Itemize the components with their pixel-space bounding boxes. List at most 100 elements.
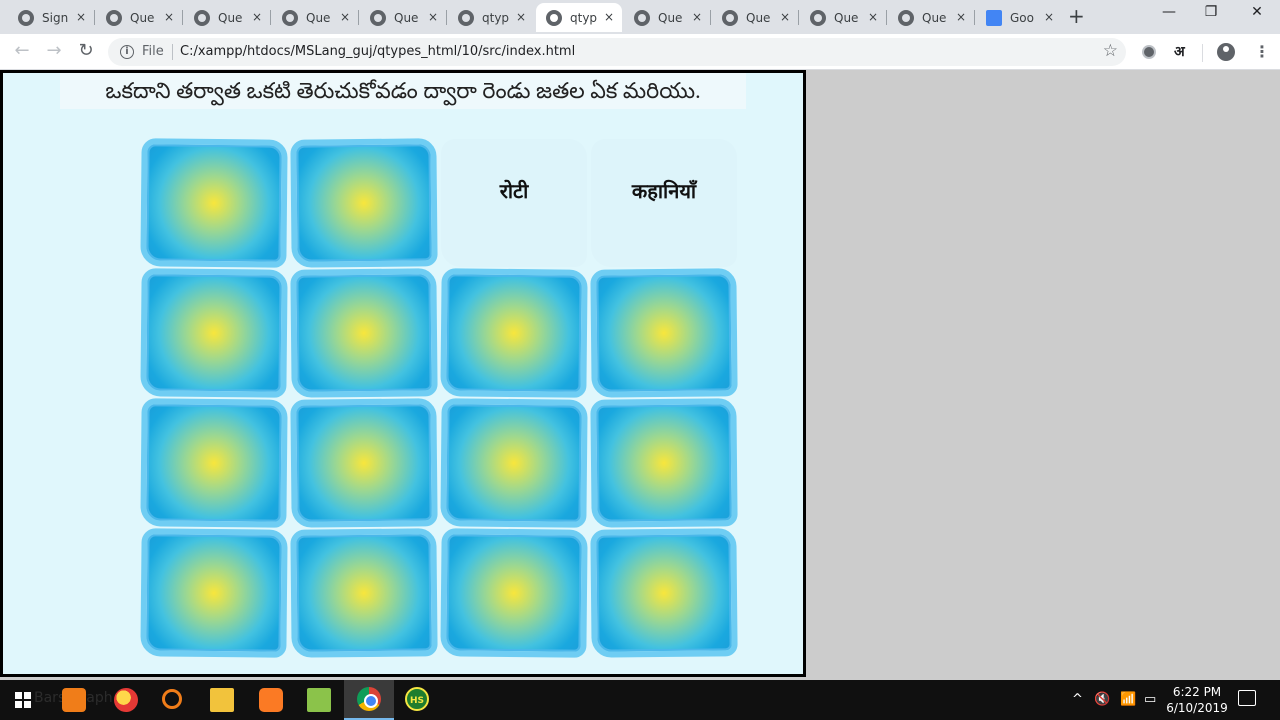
globe-icon [458, 9, 474, 26]
card-word: रोटी [499, 178, 529, 203]
card-word: कहानियाँ [631, 178, 697, 203]
battery-icon[interactable]: ▭ [1144, 692, 1156, 707]
memory-card[interactable] [290, 398, 438, 528]
memory-card[interactable] [140, 528, 288, 658]
action-center-icon[interactable] [1238, 690, 1256, 706]
browser-tab[interactable]: qtyp × [448, 3, 534, 32]
memory-card[interactable] [290, 138, 438, 268]
browser-tab[interactable]: qtyp × [536, 3, 622, 32]
tab-close-icon[interactable]: × [340, 10, 350, 24]
tab-separator [798, 10, 799, 25]
clock-date: 6/10/2019 [1166, 701, 1228, 715]
memory-card[interactable] [440, 398, 588, 528]
browser-toolbar: ← → ↻ i File C:/xampp/htdocs/MSLang_guj/… [0, 34, 1280, 70]
tab-separator [974, 10, 975, 25]
instruction-text: ఒకదాని తర్వాత ఒకటి తెరుచుకోవడం ద్వారా రె… [60, 73, 746, 109]
tray-chevron-icon[interactable]: ^ [1072, 692, 1083, 707]
tab-close-icon[interactable]: × [76, 10, 86, 24]
tab-close-icon[interactable]: × [428, 10, 438, 24]
memory-card[interactable] [290, 528, 438, 658]
browser-tab[interactable]: Que × [888, 3, 974, 32]
memory-card[interactable] [440, 268, 588, 398]
memory-card[interactable] [140, 398, 288, 528]
tab-close-icon[interactable]: × [516, 10, 526, 24]
browser-tab[interactable]: Que × [272, 3, 358, 32]
browser-tab[interactable]: Que × [800, 3, 886, 32]
taskbar-clock[interactable]: 6:22 PM 6/10/2019 [1164, 684, 1230, 716]
xampp-icon[interactable] [259, 688, 283, 712]
memory-card[interactable] [590, 268, 738, 398]
memory-card[interactable] [140, 268, 288, 398]
volume-muted-icon[interactable]: 🔇 [1094, 692, 1110, 707]
sublime-text-icon[interactable] [62, 688, 86, 712]
memory-card[interactable] [440, 528, 588, 658]
tab-title: qtyp [482, 10, 510, 25]
close-window-button[interactable]: ✕ [1234, 4, 1280, 20]
tab-separator [886, 10, 887, 25]
tab-close-icon[interactable]: × [780, 10, 790, 24]
globe-icon [810, 9, 826, 26]
wifi-icon[interactable]: 📶 [1120, 692, 1136, 707]
profile-avatar[interactable] [1217, 43, 1235, 61]
browser-tab[interactable]: Que × [624, 3, 710, 32]
notepad-app-icon[interactable] [307, 688, 331, 712]
hs-app-icon[interactable]: HS [405, 687, 429, 711]
menu-kebab-icon[interactable]: ⋮ [1254, 42, 1270, 61]
tab-title: Que [658, 10, 683, 25]
globe-icon [370, 9, 386, 26]
browser-tab[interactable]: Que × [184, 3, 270, 32]
back-button[interactable]: ← [10, 40, 34, 61]
tab-title: Que [746, 10, 771, 25]
info-icon[interactable]: i [120, 45, 134, 59]
restore-button[interactable]: ❐ [1188, 4, 1234, 20]
new-tab-button[interactable]: + [1068, 6, 1085, 26]
tab-close-icon[interactable]: × [1044, 10, 1054, 24]
tab-title: Que [306, 10, 331, 25]
clock-time: 6:22 PM [1172, 685, 1222, 699]
search-app-icon[interactable] [162, 689, 182, 709]
tab-title: qtyp [570, 10, 598, 25]
memory-card[interactable] [590, 528, 738, 658]
windows-start-icon[interactable] [15, 692, 31, 708]
tab-title: Que [834, 10, 859, 25]
tab-close-icon[interactable]: × [252, 10, 262, 24]
tab-separator [710, 10, 711, 25]
tab-separator [358, 10, 359, 25]
tab-close-icon[interactable]: × [868, 10, 878, 24]
tab-title: Goo [1010, 10, 1034, 25]
browser-tab[interactable]: Que × [360, 3, 446, 32]
minimize-button[interactable]: — [1146, 4, 1192, 20]
tab-strip: Sign × Que × Que × Que × Que × qtyp × qtyp × Que × Que × Q… [0, 0, 1280, 34]
address-bar[interactable]: i File C:/xampp/htdocs/MSLang_guj/qtypes… [108, 38, 1126, 66]
browser-tab[interactable]: Sign × [8, 3, 94, 32]
file-explorer-icon[interactable] [210, 688, 234, 712]
forward-button[interactable]: → [42, 40, 66, 61]
tab-title: Que [922, 10, 947, 25]
tab-title: Sign [42, 10, 69, 25]
input-tools-extension-icon[interactable]: अ [1174, 42, 1185, 61]
chrome-icon[interactable] [357, 687, 381, 711]
memory-card[interactable] [140, 138, 288, 268]
tab-close-icon[interactable]: × [604, 10, 614, 24]
browser-tab[interactable]: Que × [96, 3, 182, 32]
memory-card-open[interactable]: रोटी [441, 139, 587, 267]
memory-card-open[interactable]: कहानियाँ [591, 139, 737, 267]
memory-card[interactable] [290, 268, 438, 398]
tab-separator [270, 10, 271, 25]
taskbar: Bars Graph HS ^ 🔇 📶 ▭ 6:22 PM 6/10/2019 [0, 680, 1280, 720]
toolbar-divider [1202, 44, 1203, 62]
globe-icon [282, 9, 298, 26]
tab-close-icon[interactable]: × [164, 10, 174, 24]
memory-card[interactable] [590, 398, 738, 528]
extension-icon[interactable] [1142, 45, 1156, 59]
globe-icon [634, 9, 650, 26]
fruit-app-icon[interactable] [114, 688, 138, 712]
browser-tab[interactable]: Goo × [976, 3, 1062, 32]
reload-button[interactable]: ↻ [74, 40, 98, 61]
url-text[interactable]: C:/xampp/htdocs/MSLang_guj/qtypes_html/1… [180, 44, 575, 59]
bookmark-star-icon[interactable]: ☆ [1103, 41, 1118, 61]
tab-close-icon[interactable]: × [956, 10, 966, 24]
browser-tab[interactable]: Que × [712, 3, 798, 32]
tab-separator [446, 10, 447, 25]
tab-close-icon[interactable]: × [692, 10, 702, 24]
